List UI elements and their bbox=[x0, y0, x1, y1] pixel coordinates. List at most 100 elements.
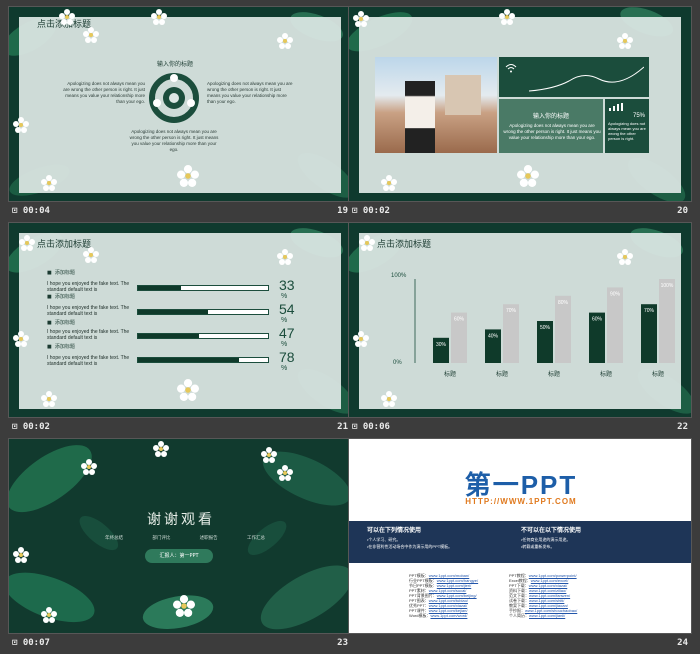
slide-number: 21 bbox=[337, 422, 348, 432]
category-label: 标题 bbox=[600, 370, 612, 378]
flower-icon bbox=[277, 33, 293, 49]
category-label: 标题 bbox=[496, 370, 508, 378]
thumbnail-slide-23[interactable]: 谢谢观看 年终总结 部门评比 述职报告 工作汇总 汇报人：第一PPT ⊡ 00:… bbox=[8, 438, 352, 654]
subitem: 述职报告 bbox=[199, 536, 218, 541]
row-pct: 78 bbox=[279, 349, 295, 365]
progress-fill bbox=[138, 358, 240, 362]
row-pct: 33 bbox=[279, 277, 295, 293]
link-row[interactable]: Word模板：www.1ppt.com/word/ bbox=[409, 613, 478, 618]
slide-number: 23 bbox=[337, 638, 348, 648]
row-pct-sign: % bbox=[281, 341, 288, 348]
thanks-title: 谢谢观看 bbox=[147, 512, 215, 528]
row-pct-sign: % bbox=[281, 293, 288, 300]
flower-icon bbox=[173, 595, 195, 617]
flower-icon bbox=[261, 447, 277, 463]
flower-icon bbox=[13, 117, 29, 133]
flower-icon bbox=[83, 247, 99, 263]
slide-meta: ⊡ 00:07 23 bbox=[8, 637, 352, 651]
small-pct: 75% bbox=[632, 113, 645, 119]
photo bbox=[375, 57, 497, 153]
progress-fill bbox=[138, 286, 181, 290]
slide-number: 24 bbox=[677, 638, 688, 648]
slide-meta: ⊡ 00:02 21 bbox=[8, 421, 352, 435]
flower-icon bbox=[381, 175, 397, 191]
progress-track bbox=[137, 357, 269, 363]
flower-icon bbox=[13, 547, 29, 563]
thumbnail-slide-22[interactable]: 点击添加标题 30% 60% 标题 40% 70% 标题 50% 80% 标题 60% 90% 标题 7… bbox=[348, 222, 692, 438]
row-pct-sign: % bbox=[281, 365, 288, 372]
slide-frame: 点击添加标题 30% 60% 标题 40% 70% 标题 50% 80% 标题 60% 90% 标题 7… bbox=[348, 222, 692, 418]
thumbnail-slide-19[interactable]: 点击添加标题 输入你的标题 Apologizing does not alway… bbox=[8, 6, 352, 222]
row-desc: I hope you enjoyed the fake text. The st… bbox=[47, 329, 130, 341]
flower-icon bbox=[151, 9, 167, 25]
subitem: 工作汇总 bbox=[246, 536, 265, 541]
row-pct: 47 bbox=[279, 325, 295, 341]
flower-icon bbox=[59, 9, 75, 25]
cycle-diagram bbox=[149, 73, 199, 123]
progress-track bbox=[137, 285, 269, 291]
slide-frame: 输入你的标题 Apologizing does not always mean … bbox=[348, 6, 692, 202]
flower-icon bbox=[277, 465, 293, 481]
progress-fill bbox=[138, 310, 209, 314]
bar-chart: 30% 60% 标题 40% 70% 标题 50% 80% 标题 60% 90% 标题 70% 100% 标… bbox=[414, 279, 675, 378]
chart-bar bbox=[555, 295, 571, 363]
row-desc: I hope you enjoyed the fake text. The st… bbox=[47, 355, 130, 367]
y-label-bottom: 0% bbox=[393, 360, 402, 366]
flower-icon bbox=[81, 459, 97, 475]
flower-icon bbox=[13, 331, 29, 347]
thumbnail-slide-21[interactable]: 点击添加标题 ■ 添加标题 I hope you enjoyed the fak… bbox=[8, 222, 352, 438]
flower-icon bbox=[499, 9, 515, 25]
progress-track bbox=[137, 333, 269, 339]
can-title: 可以在下列情况使用 bbox=[367, 527, 422, 534]
subitems: 年终总结 部门评比 述职报告 工作汇总 bbox=[105, 535, 265, 541]
flower-icon bbox=[83, 27, 99, 43]
text-left: Apologizing does not always mean you are… bbox=[63, 81, 145, 104]
bar-value-label: 100% bbox=[661, 283, 674, 289]
bar-value-label: 60% bbox=[454, 317, 465, 323]
flower-icon bbox=[41, 175, 57, 191]
duration-label: ⊡ 00:04 bbox=[12, 206, 50, 216]
bar-value-label: 90% bbox=[610, 291, 621, 297]
row-pct-sign: % bbox=[281, 317, 288, 324]
flower-icon bbox=[617, 249, 633, 265]
side-box: 75% Apologizing does not always mean you… bbox=[605, 99, 649, 153]
slide-frame: 第一PPT HTTP://WWW.1PPT.COM 可以在下列情况使用 •个人学… bbox=[348, 438, 692, 634]
subitem: 年终总结 bbox=[105, 536, 123, 541]
flower-icon bbox=[177, 379, 199, 401]
flower-icon bbox=[277, 249, 293, 265]
link-row[interactable]: 个人简历：www.1ppt.com/jianli/ bbox=[509, 613, 577, 618]
duration-label: ⊡ 00:06 bbox=[352, 422, 390, 432]
chart-bar bbox=[607, 287, 623, 363]
thumbnail-slide-24[interactable]: 第一PPT HTTP://WWW.1PPT.COM 可以在下列情况使用 •个人学… bbox=[348, 438, 692, 654]
flower-icon bbox=[517, 165, 539, 187]
flower-icon bbox=[41, 607, 57, 623]
center-heading: 输入你的标题 bbox=[157, 61, 194, 68]
box-heading: 输入你的标题 bbox=[532, 113, 569, 120]
wifi-icon bbox=[505, 64, 517, 73]
logo-url: HTTP://WWW.1PPT.COM bbox=[465, 497, 577, 506]
duration-label: ⊡ 00:02 bbox=[352, 206, 390, 216]
flower-icon bbox=[353, 331, 369, 347]
line-trend bbox=[529, 66, 644, 92]
bar-value-label: 30% bbox=[436, 342, 447, 348]
flower-icon bbox=[381, 391, 397, 407]
flower-icon bbox=[19, 235, 35, 251]
row-desc: I hope you enjoyed the fake text. The st… bbox=[47, 281, 130, 293]
thumbnail-slide-20[interactable]: 输入你的标题 Apologizing does not always mean … bbox=[348, 6, 692, 222]
side-text: Apologizing does not always mean you are… bbox=[608, 121, 646, 141]
slide-meta: ⊡ 00:04 19 bbox=[8, 205, 352, 219]
photo-building bbox=[445, 75, 481, 115]
row-label: ■ 添加标题 bbox=[47, 320, 75, 326]
can-item: •个人学习、研究。 bbox=[367, 537, 401, 542]
slide-frame: 谢谢观看 年终总结 部门评比 述职报告 工作汇总 汇报人：第一PPT bbox=[8, 438, 352, 634]
row-label: ■ 添加标题 bbox=[47, 344, 75, 350]
row-label: ■ 添加标题 bbox=[47, 294, 75, 300]
duration-label: ⊡ 00:07 bbox=[12, 638, 50, 648]
subitem: 部门评比 bbox=[152, 536, 171, 541]
category-label: 标题 bbox=[548, 370, 560, 378]
progress-track bbox=[137, 309, 269, 315]
slide-meta: 24 bbox=[348, 637, 692, 651]
y-label-top: 100% bbox=[391, 273, 407, 279]
flower-icon bbox=[177, 165, 199, 187]
flower-icon bbox=[359, 235, 375, 251]
